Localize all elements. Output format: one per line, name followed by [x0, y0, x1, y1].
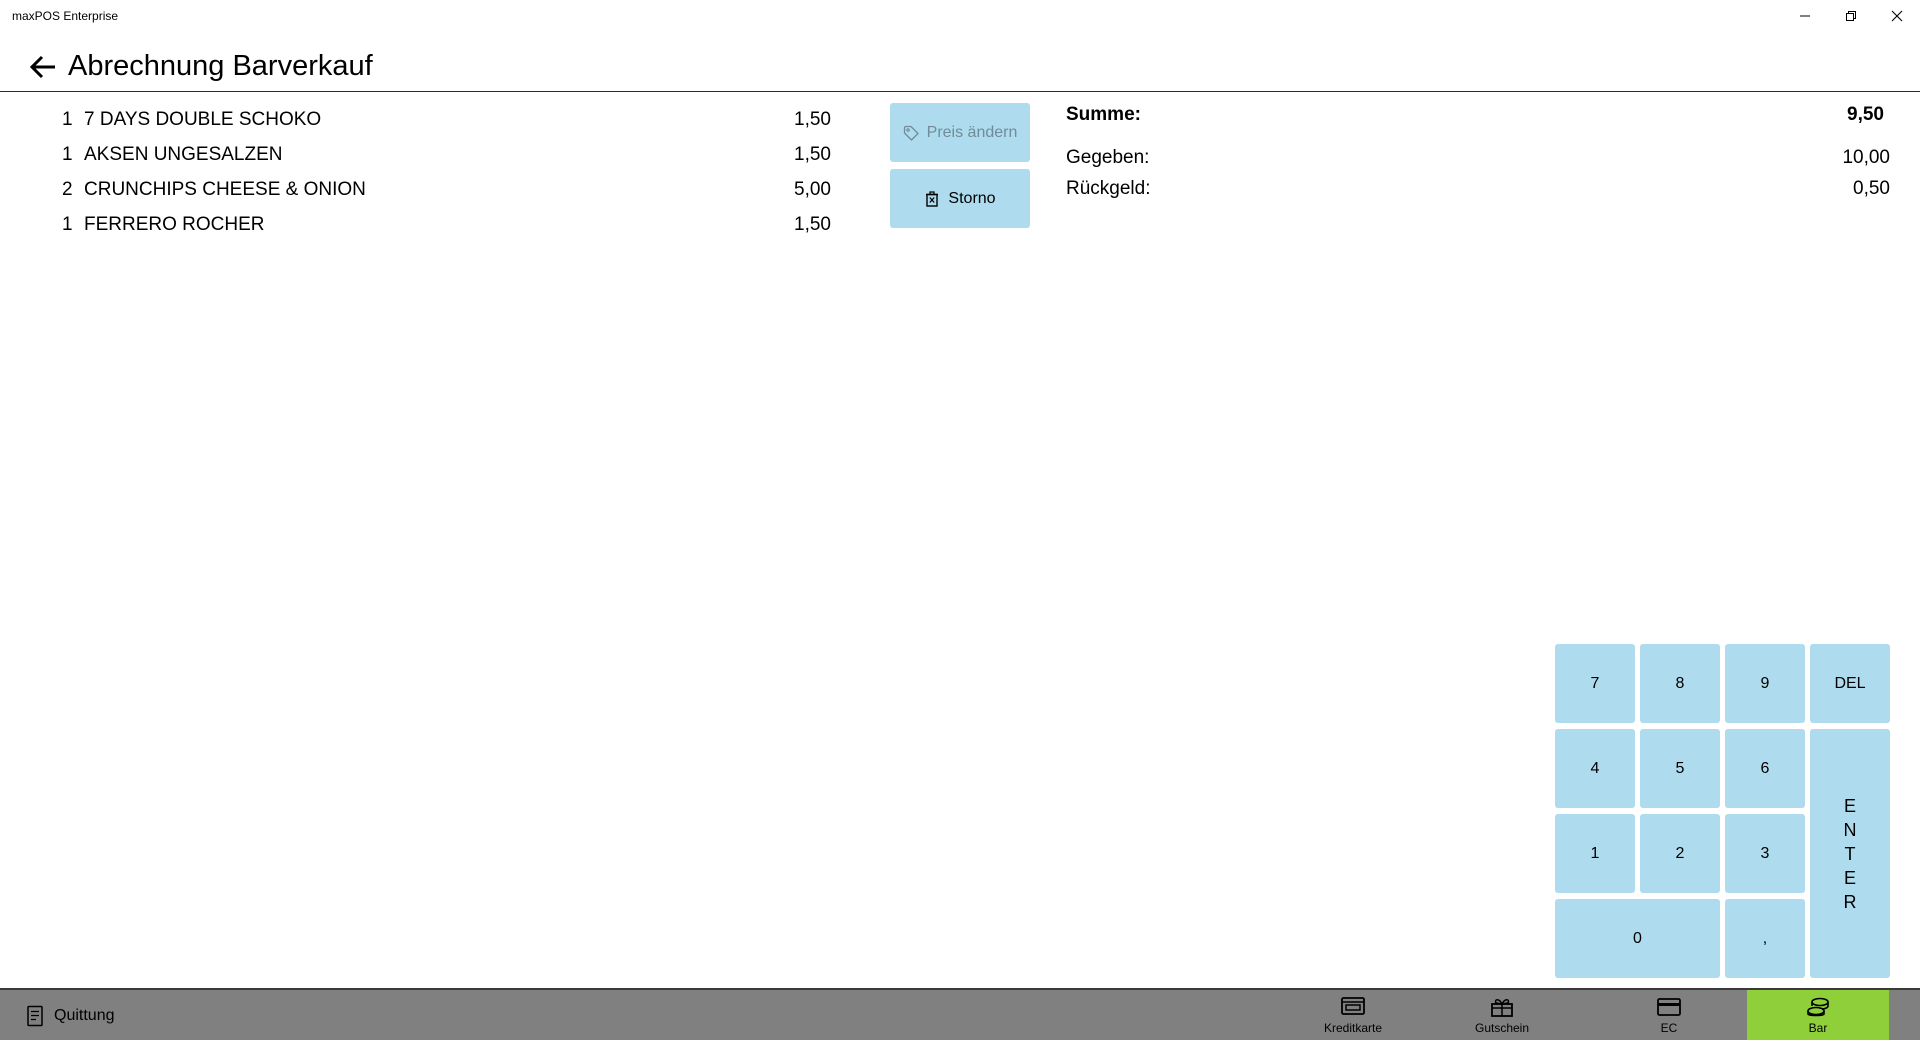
item-price: 5,00	[794, 179, 831, 200]
arrow-left-icon	[29, 55, 55, 79]
key-enter[interactable]: E N T E R	[1810, 729, 1890, 978]
tag-icon	[903, 125, 919, 141]
cash-icon	[1807, 997, 1829, 1017]
total-row: Summe: 9,50	[1066, 104, 1890, 132]
minimize-icon	[1800, 15, 1810, 17]
item-name: CRUNCHIPS CHEESE & ONION	[84, 179, 366, 200]
enter-letter: R	[1843, 891, 1857, 912]
app-title: maxPOS Enterprise	[12, 9, 119, 23]
change-price-label: Preis ändern	[926, 123, 1018, 141]
list-item[interactable]: 1 FERRERO ROCHER 1,50	[0, 209, 840, 244]
key-1[interactable]: 1	[1555, 814, 1635, 893]
total-value: 9,50	[1847, 104, 1884, 125]
change-price-button[interactable]: Preis ändern	[890, 103, 1030, 162]
delete-icon	[926, 190, 939, 207]
card-icon	[1657, 998, 1681, 1016]
list-item[interactable]: 2 CRUNCHIPS CHEESE & ONION 5,00	[0, 174, 840, 209]
item-price: 1,50	[794, 109, 831, 130]
given-value: 10,00	[1842, 147, 1890, 168]
key-7[interactable]: 7	[1555, 644, 1635, 723]
enter-letter: N	[1843, 819, 1857, 840]
item-price: 1,50	[794, 214, 831, 235]
item-quantity: 1	[62, 109, 73, 130]
key-8[interactable]: 8	[1640, 644, 1720, 723]
enter-letter: E	[1843, 795, 1856, 816]
key-comma[interactable]: ,	[1725, 899, 1805, 978]
change-row: Rückgeld: 0,50	[1066, 178, 1890, 206]
credit-card-icon	[1341, 997, 1365, 1015]
total-label: Summe:	[1066, 104, 1141, 125]
change-label: Rückgeld:	[1066, 178, 1151, 199]
given-label: Gegeben:	[1066, 147, 1150, 168]
receipt-button[interactable]: Quittung	[26, 1002, 114, 1030]
enter-letter: E	[1843, 867, 1856, 888]
payment-label: Gutschein	[1474, 1021, 1530, 1035]
item-name: AKSEN UNGESALZEN	[84, 144, 283, 165]
key-del[interactable]: DEL	[1810, 644, 1890, 723]
payment-credit-card-button[interactable]: Kreditkarte	[1283, 990, 1423, 1040]
page-header: Abrechnung Barverkauf	[0, 40, 1920, 92]
restore-icon	[1846, 11, 1856, 21]
list-item[interactable]: 1 AKSEN UNGESALZEN 1,50	[0, 139, 840, 174]
key-9[interactable]: 9	[1725, 644, 1805, 723]
storno-button[interactable]: Storno	[890, 169, 1030, 228]
key-0[interactable]: 0	[1555, 899, 1720, 978]
window-titlebar: maxPOS Enterprise	[0, 0, 1920, 32]
payment-label: EC	[1660, 1021, 1678, 1035]
close-button[interactable]	[1874, 0, 1920, 32]
item-name: 7 DAYS DOUBLE SCHOKO	[84, 109, 322, 130]
enter-letter: T	[1844, 843, 1856, 864]
gift-icon	[1491, 999, 1513, 1017]
receipt-icon	[27, 1005, 43, 1027]
given-row: Gegeben: 10,00	[1066, 147, 1890, 175]
payment-ec-button[interactable]: EC	[1599, 990, 1739, 1040]
list-item[interactable]: 1 7 DAYS DOUBLE SCHOKO 1,50	[0, 104, 840, 139]
minimize-button[interactable]	[1782, 0, 1828, 32]
receipt-label: Quittung	[54, 1007, 115, 1024]
key-6[interactable]: 6	[1725, 729, 1805, 808]
key-4[interactable]: 4	[1555, 729, 1635, 808]
payment-label: Kreditkarte	[1323, 1021, 1383, 1035]
key-2[interactable]: 2	[1640, 814, 1720, 893]
item-quantity: 1	[62, 144, 73, 165]
storno-label: Storno	[948, 189, 996, 207]
item-quantity: 2	[62, 179, 73, 200]
item-price: 1,50	[794, 144, 831, 165]
bottom-bar: Quittung Kreditkarte Gutschein EC Bar	[0, 988, 1920, 1040]
payment-voucher-button[interactable]: Gutschein	[1432, 990, 1572, 1040]
close-icon	[1891, 10, 1903, 22]
payment-label: Bar	[1808, 1021, 1828, 1035]
key-5[interactable]: 5	[1640, 729, 1720, 808]
key-3[interactable]: 3	[1725, 814, 1805, 893]
restore-button[interactable]	[1828, 0, 1874, 32]
back-button[interactable]	[26, 52, 60, 82]
item-list: 1 7 DAYS DOUBLE SCHOKO 1,50 1 AKSEN UNGE…	[0, 104, 840, 244]
payment-cash-button[interactable]: Bar	[1747, 990, 1889, 1040]
change-value: 0,50	[1853, 178, 1890, 199]
page-title: Abrechnung Barverkauf	[68, 50, 373, 82]
item-name: FERRERO ROCHER	[84, 214, 265, 235]
item-quantity: 1	[62, 214, 73, 235]
